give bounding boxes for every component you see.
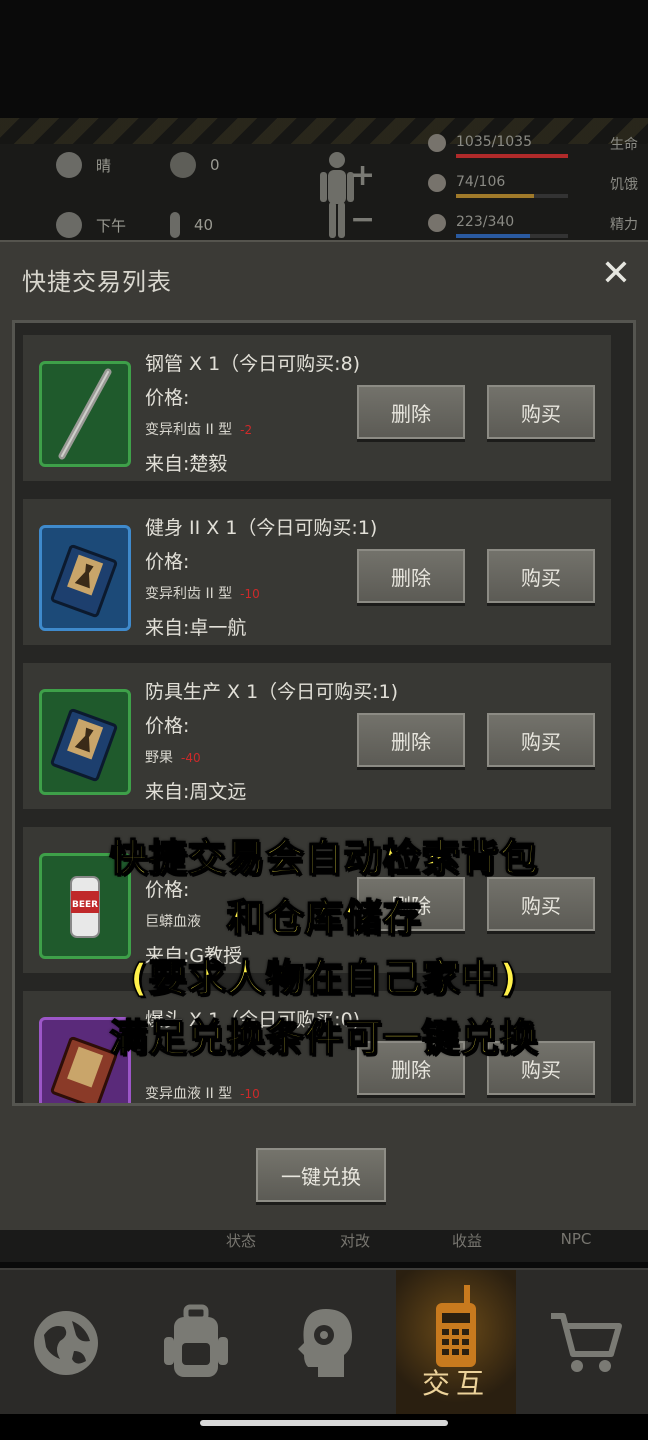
dialog-title: 快捷交易列表: [22, 268, 172, 296]
list-item: 健身 II X 1（今日可购买:1) 价格: 变异利齿 II 型 -10 来自:卓…: [23, 499, 611, 645]
caption-line-1: 快捷交易会自动检索背包: [109, 835, 539, 881]
item-thumbnail: [39, 525, 131, 631]
cost: 变异利齿 II 型 -2: [145, 419, 252, 439]
head-gear-icon: [298, 1309, 352, 1377]
one-key-exchange-button[interactable]: 一键兑换: [256, 1148, 386, 1202]
clock-icon: [56, 212, 82, 238]
book-icon: [50, 708, 118, 782]
caption-line-4: 满足兑换条件可一键兑换: [109, 1015, 539, 1061]
energy-value: 223/340: [456, 214, 515, 230]
subtab-npc[interactable]: NPC: [526, 1230, 626, 1256]
delete-button[interactable]: 删除: [357, 549, 465, 603]
energy-label: 精力: [610, 217, 638, 233]
bottom-navigation: 交互: [0, 1268, 648, 1416]
cost-qty: -2: [240, 423, 253, 437]
cost-qty: -40: [181, 751, 201, 765]
caption-line-2: 和仓库储存: [226, 895, 422, 941]
cart-icon: [551, 1313, 622, 1372]
nav-skills[interactable]: [266, 1270, 386, 1416]
caption-line-3: (要求人物在自己家中): [129, 955, 518, 1001]
cloud-sun-icon: [56, 152, 82, 178]
subtab-status[interactable]: 状态: [186, 1230, 296, 1256]
radiation-value: 0: [210, 156, 220, 174]
cost-qty: -10: [240, 587, 260, 601]
item-source: 来自:楚毅: [145, 453, 228, 475]
weather-text: 晴: [96, 156, 112, 175]
radiation-indicator: 0: [170, 152, 220, 178]
book-icon: [50, 544, 118, 618]
backpack-icon: [164, 1304, 228, 1377]
price-label: 价格:: [145, 551, 190, 573]
nav-shop[interactable]: [526, 1270, 646, 1416]
nav-backpack[interactable]: [136, 1270, 256, 1416]
item-thumbnail: [39, 361, 131, 467]
item-thumbnail: [39, 689, 131, 795]
cost-item: 变异利齿 II 型: [145, 422, 233, 438]
cost-item: 变异利齿 II 型: [145, 586, 233, 602]
time-indicator: 下午: [56, 212, 126, 238]
home-indicator[interactable]: [200, 1420, 448, 1426]
hunger-bar: [456, 194, 568, 198]
delete-button[interactable]: 删除: [357, 385, 465, 439]
lightning-icon: [428, 214, 446, 232]
cost-item: 变异血液 II 型: [145, 1086, 233, 1102]
health-label: 生命: [610, 137, 638, 153]
health-bar: [456, 154, 568, 158]
temperature-value: 40: [194, 216, 214, 234]
item-source: 来自:周文远: [145, 781, 247, 803]
cost: 变异利齿 II 型 -10: [145, 583, 260, 603]
item-name: 健身 II X 1（今日可购买:1): [145, 517, 378, 539]
list-item: 防具生产 X 1（今日可购买:1) 价格: 野果 -40 来自:周文远 删除 购买: [23, 663, 611, 809]
energy-stat: 223/340 精力: [428, 212, 638, 240]
walkie-talkie-icon: [436, 1285, 476, 1367]
plus-icon[interactable]: +: [350, 158, 375, 193]
nav-world-map[interactable]: [6, 1270, 126, 1416]
hunger-label: 饥饿: [610, 177, 638, 193]
nav-interaction[interactable]: 交互: [396, 1270, 516, 1416]
buy-button[interactable]: 购买: [487, 713, 595, 767]
stomach-icon: [428, 174, 446, 192]
quick-trade-dialog: 快捷交易列表 ✕ 钢管 X 1（今日可购买:8) 价格: 变异利齿 II 型 -2…: [0, 240, 648, 1230]
hunger-value: 74/106: [456, 174, 506, 190]
pipe-icon: [58, 368, 112, 460]
item-name: 钢管 X 1（今日可购买:8): [145, 353, 361, 375]
subtab-income[interactable]: 收益: [412, 1230, 522, 1256]
close-icon[interactable]: ✕: [598, 256, 634, 292]
radiation-icon: [170, 152, 196, 178]
temperature-indicator: 40: [170, 212, 213, 238]
cost-item: 野果: [145, 750, 173, 766]
world-map-icon: [34, 1311, 98, 1375]
weather-indicator: 晴: [56, 152, 111, 178]
item-source: 来自:卓一航: [145, 617, 247, 639]
sub-tab-bar: 状态 对改 收益 NPC: [0, 1230, 648, 1262]
cost: 野果 -40: [145, 747, 201, 767]
health-value: 1035/1035: [456, 134, 532, 150]
buy-button[interactable]: 购买: [487, 549, 595, 603]
caption-overlay: 快捷交易会自动检索背包 和仓库储存 (要求人物在自己家中) 满足兑换条件可一键兑…: [0, 828, 648, 1068]
list-item: 钢管 X 1（今日可购买:8) 价格: 变异利齿 II 型 -2 来自:楚毅 删除…: [23, 335, 611, 481]
cost-qty: -10: [240, 1087, 260, 1101]
heart-icon: [428, 134, 446, 152]
minus-icon[interactable]: −: [350, 202, 375, 237]
cost: 变异血液 II 型 -10: [145, 1083, 260, 1103]
health-stat: 1035/1035 生命: [428, 132, 638, 160]
subtab-dialog[interactable]: 对改: [300, 1230, 410, 1256]
game-screen: 晴 0 下午 40 + − 1035/1035 生命 74/106 饥饿 223…: [0, 0, 648, 1440]
buy-button[interactable]: 购买: [487, 385, 595, 439]
price-label: 价格:: [145, 715, 190, 737]
energy-bar: [456, 234, 568, 238]
delete-button[interactable]: 删除: [357, 713, 465, 767]
thermometer-icon: [170, 212, 180, 238]
nav-interaction-label: 交互: [421, 1367, 490, 1400]
time-text: 下午: [96, 216, 127, 235]
hunger-stat: 74/106 饥饿: [428, 172, 638, 200]
price-label: 价格:: [145, 387, 190, 409]
item-name: 防具生产 X 1（今日可购买:1): [145, 681, 399, 703]
system-bar: [0, 1414, 648, 1440]
